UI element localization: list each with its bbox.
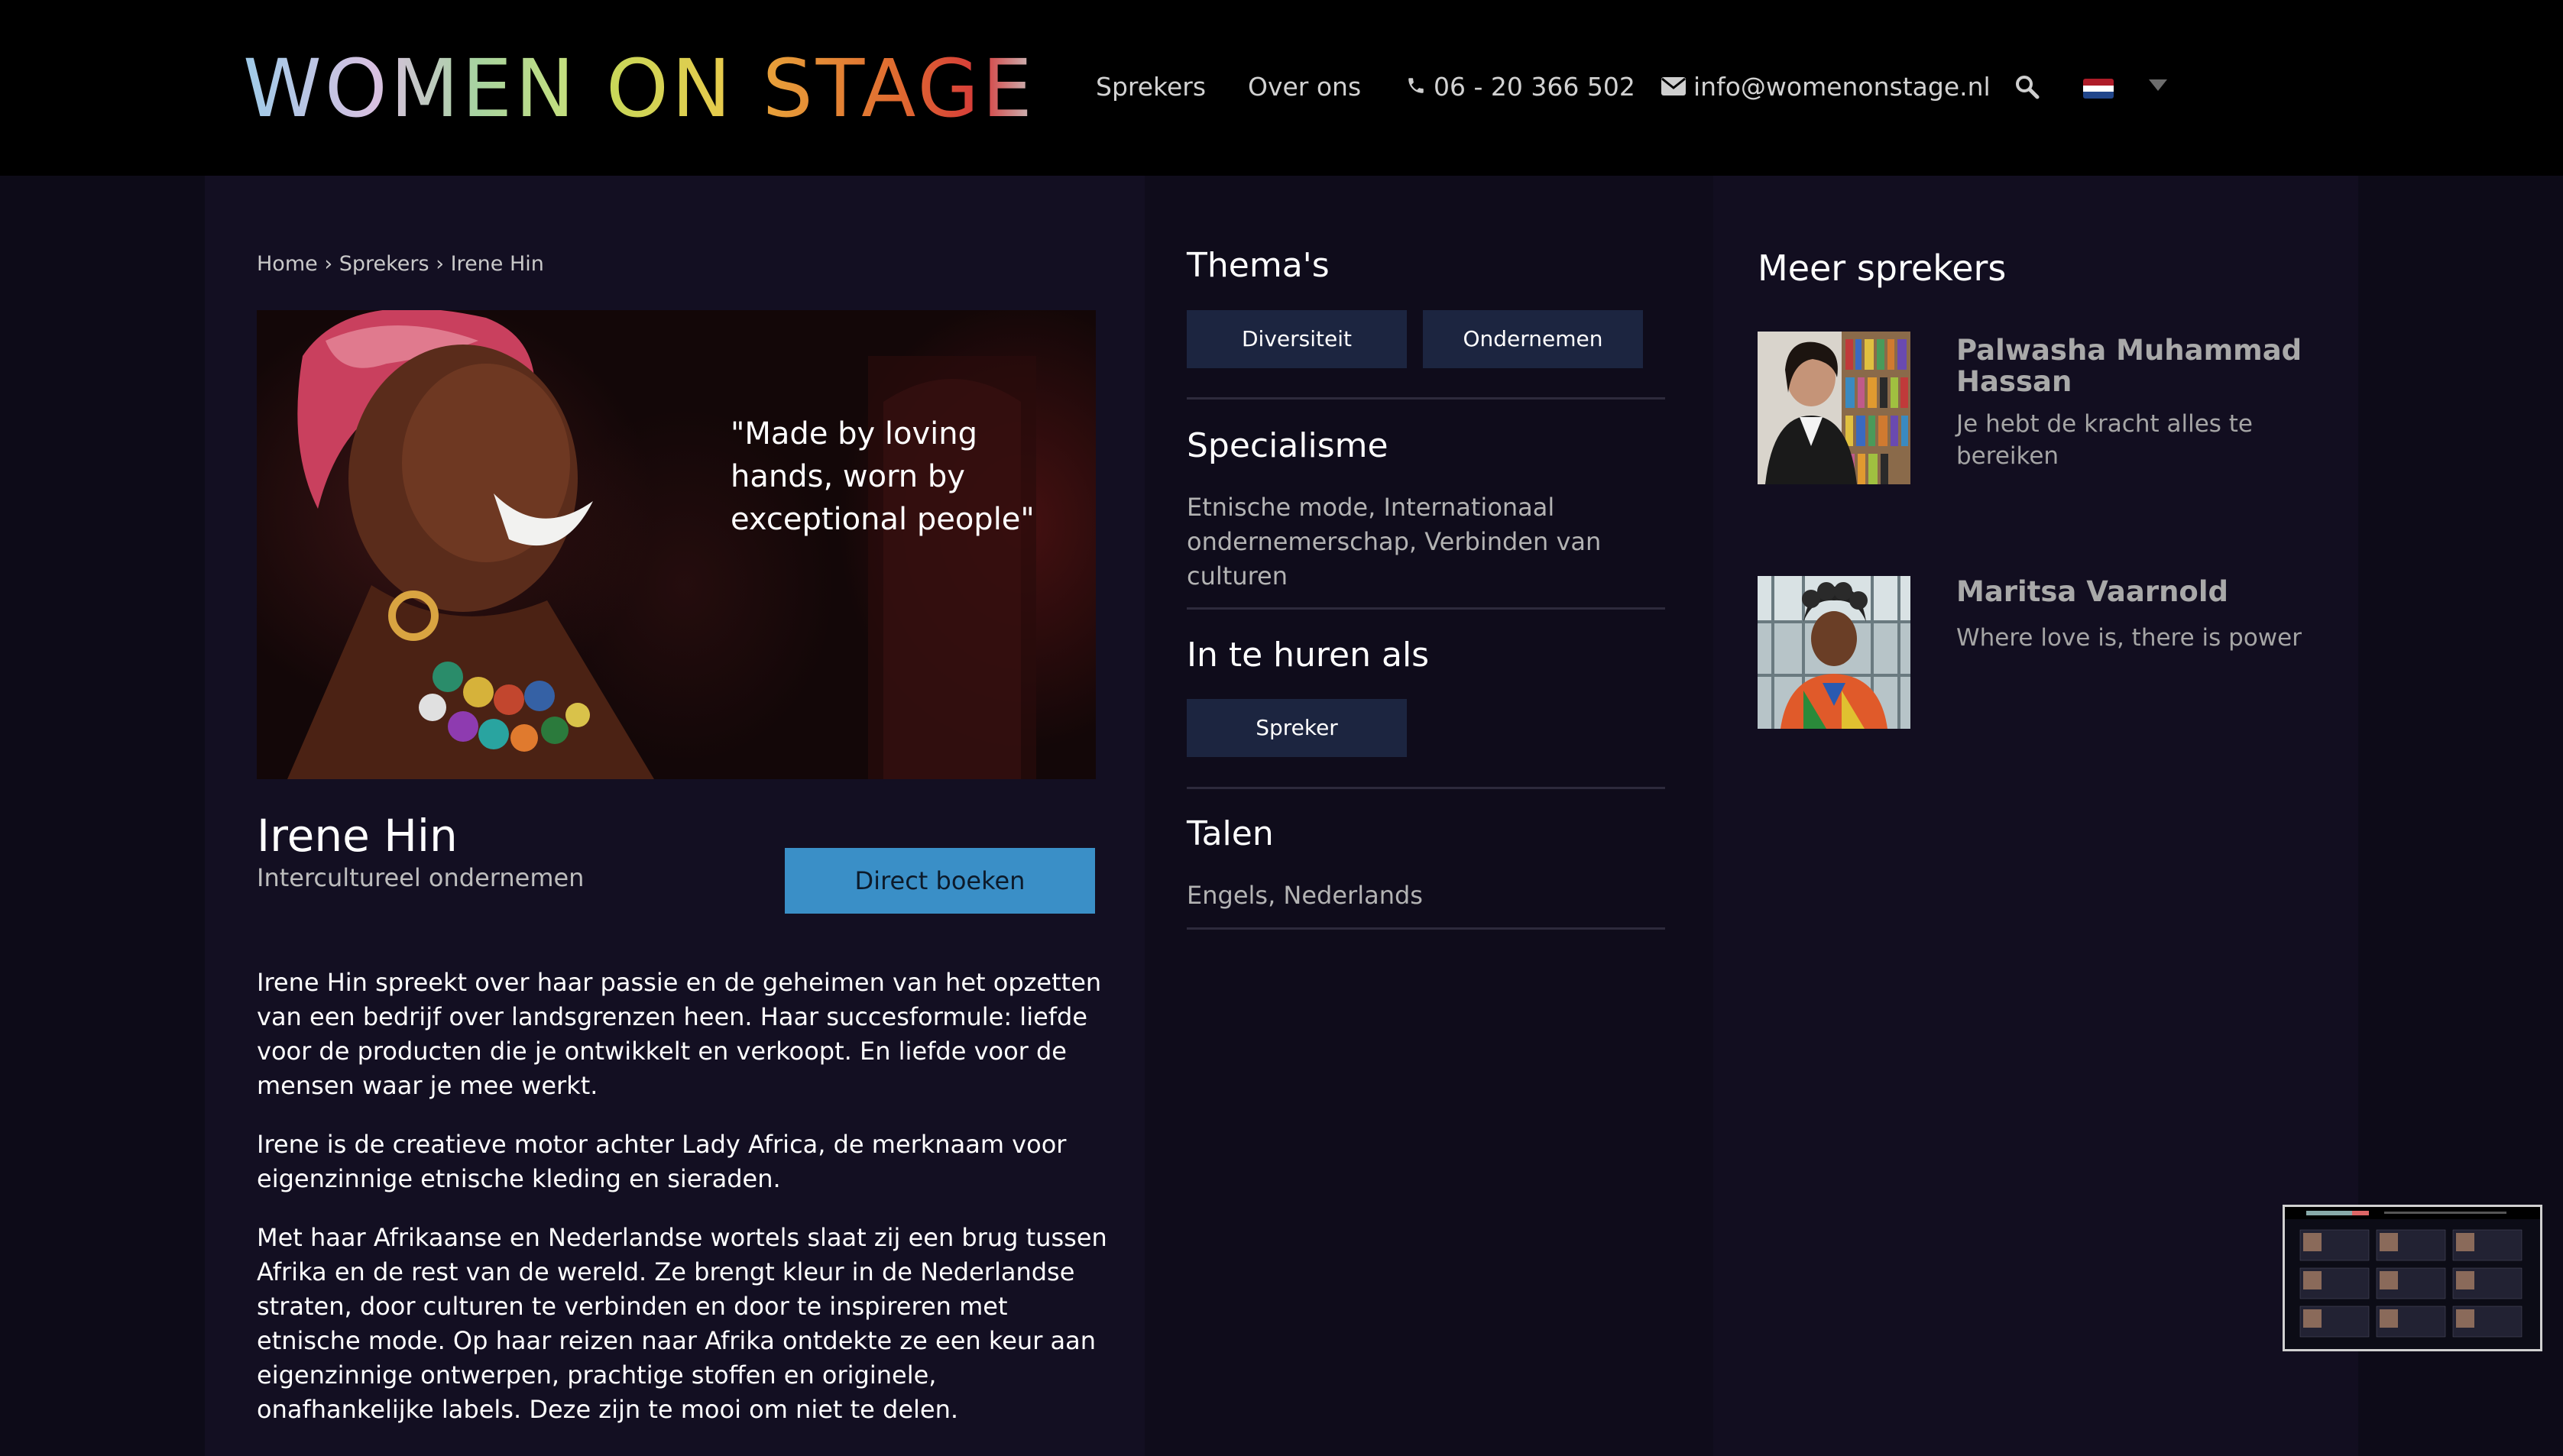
logo-word-stage: STAGE bbox=[762, 42, 1035, 135]
speaker-card-photo[interactable] bbox=[1758, 332, 1910, 484]
logo-word-on: ON bbox=[606, 42, 734, 135]
page-preview-thumbnail[interactable] bbox=[2283, 1205, 2542, 1351]
netherlands-flag-icon[interactable] bbox=[2083, 79, 2114, 99]
section-divider bbox=[1187, 607, 1665, 610]
breadcrumb-current: Irene Hin bbox=[450, 252, 544, 276]
breadcrumb-separator: › bbox=[324, 252, 333, 276]
bio-paragraph: Irene Hin spreekt over haar passie en de… bbox=[257, 968, 1102, 1100]
speaker-name: Irene Hin bbox=[257, 810, 458, 862]
nav-link-label: Sprekers bbox=[1096, 72, 1207, 102]
speaker-card-photo[interactable] bbox=[1758, 576, 1910, 729]
specialism-text: Etnische mode, Internationaal ondernemer… bbox=[1187, 493, 1602, 590]
section-divider bbox=[1187, 927, 1665, 930]
speaker-subtitle: Intercultureel ondernemen bbox=[257, 863, 585, 892]
language-dropdown-caret-icon[interactable] bbox=[2149, 79, 2167, 91]
hire-as-heading: In te huren als bbox=[1187, 636, 1430, 675]
hero-quote-text: "Made by loving hands, worn by exceptional… bbox=[731, 413, 1035, 541]
theme-tag-ondernemen[interactable]: Ondernemen bbox=[1423, 310, 1643, 368]
speaker-hero-image bbox=[257, 310, 1096, 779]
nav-link-sprekers[interactable]: Sprekers bbox=[1096, 64, 1206, 110]
section-divider bbox=[1187, 397, 1665, 400]
breadcrumb-separator: › bbox=[436, 252, 444, 276]
hero-portrait-illustration bbox=[287, 310, 1036, 779]
phone-icon bbox=[1406, 64, 1426, 110]
section-divider bbox=[1187, 787, 1665, 789]
speaker-card-name[interactable]: Maritsa Vaarnold bbox=[1956, 576, 2323, 607]
nav-link-over-ons[interactable]: Over ons bbox=[1248, 64, 1361, 110]
languages-heading: Talen bbox=[1187, 814, 1274, 853]
site-logo[interactable]: WOMEN ON STAGE bbox=[243, 43, 1035, 134]
speaker-avatar-palwasha bbox=[1758, 332, 1910, 484]
book-now-button[interactable]: Direct boeken bbox=[785, 848, 1095, 914]
hero-quote-line: "Made by loving bbox=[731, 416, 978, 451]
themes-heading: Thema's bbox=[1187, 246, 1330, 285]
site-header: WOMEN ON STAGE Sprekers Over ons 06 - 20… bbox=[0, 0, 2563, 176]
breadcrumb-home[interactable]: Home bbox=[257, 252, 318, 276]
email-address: info@womenonstage.nl bbox=[1693, 72, 1991, 102]
hero-quote-line: exceptional people" bbox=[731, 502, 1035, 537]
hero-quote-line: hands, worn by bbox=[731, 459, 965, 494]
page-preview-image bbox=[2285, 1207, 2540, 1349]
speaker-card-tagline: Where love is, there is power bbox=[1956, 624, 2302, 652]
hire-tag-spreker[interactable]: Spreker bbox=[1187, 699, 1407, 757]
speaker-card-tagline: Je hebt de kracht alles te bereiken bbox=[1956, 410, 2253, 470]
nav-phone-link[interactable]: 06 - 20 366 502 bbox=[1406, 64, 1635, 110]
specialism-heading: Specialisme bbox=[1187, 426, 1388, 465]
speaker-bio: Irene Hin spreekt over haar passie en de… bbox=[257, 966, 1113, 1451]
phone-number: 06 - 20 366 502 bbox=[1434, 72, 1635, 102]
theme-tag-diversiteit[interactable]: Diversiteit bbox=[1187, 310, 1407, 368]
bio-paragraph: Met haar Afrikaanse en Nederlandse worte… bbox=[257, 1223, 1107, 1424]
breadcrumb-sprekers[interactable]: Sprekers bbox=[339, 252, 429, 276]
speaker-avatar-maritsa bbox=[1758, 576, 1910, 729]
more-speakers-heading: Meer sprekers bbox=[1758, 248, 2007, 289]
envelope-icon bbox=[1661, 64, 1686, 110]
hero-quote: "Made by loving hands, worn by exceptional… bbox=[731, 413, 1035, 541]
nav-link-label: Over ons bbox=[1248, 72, 1362, 102]
search-icon[interactable] bbox=[2015, 75, 2040, 102]
bio-paragraph: Irene is de creatieve motor achter Lady … bbox=[257, 1130, 1067, 1193]
logo-word-women: WOMEN bbox=[243, 42, 578, 135]
breadcrumb: Home › Sprekers › Irene Hin bbox=[257, 252, 544, 276]
languages-text: Engels, Nederlands bbox=[1187, 881, 1423, 910]
speaker-card-name[interactable]: Palwasha Muhammad Hassan bbox=[1956, 335, 2323, 397]
nav-email-link[interactable]: info@womenonstage.nl bbox=[1661, 64, 1991, 110]
